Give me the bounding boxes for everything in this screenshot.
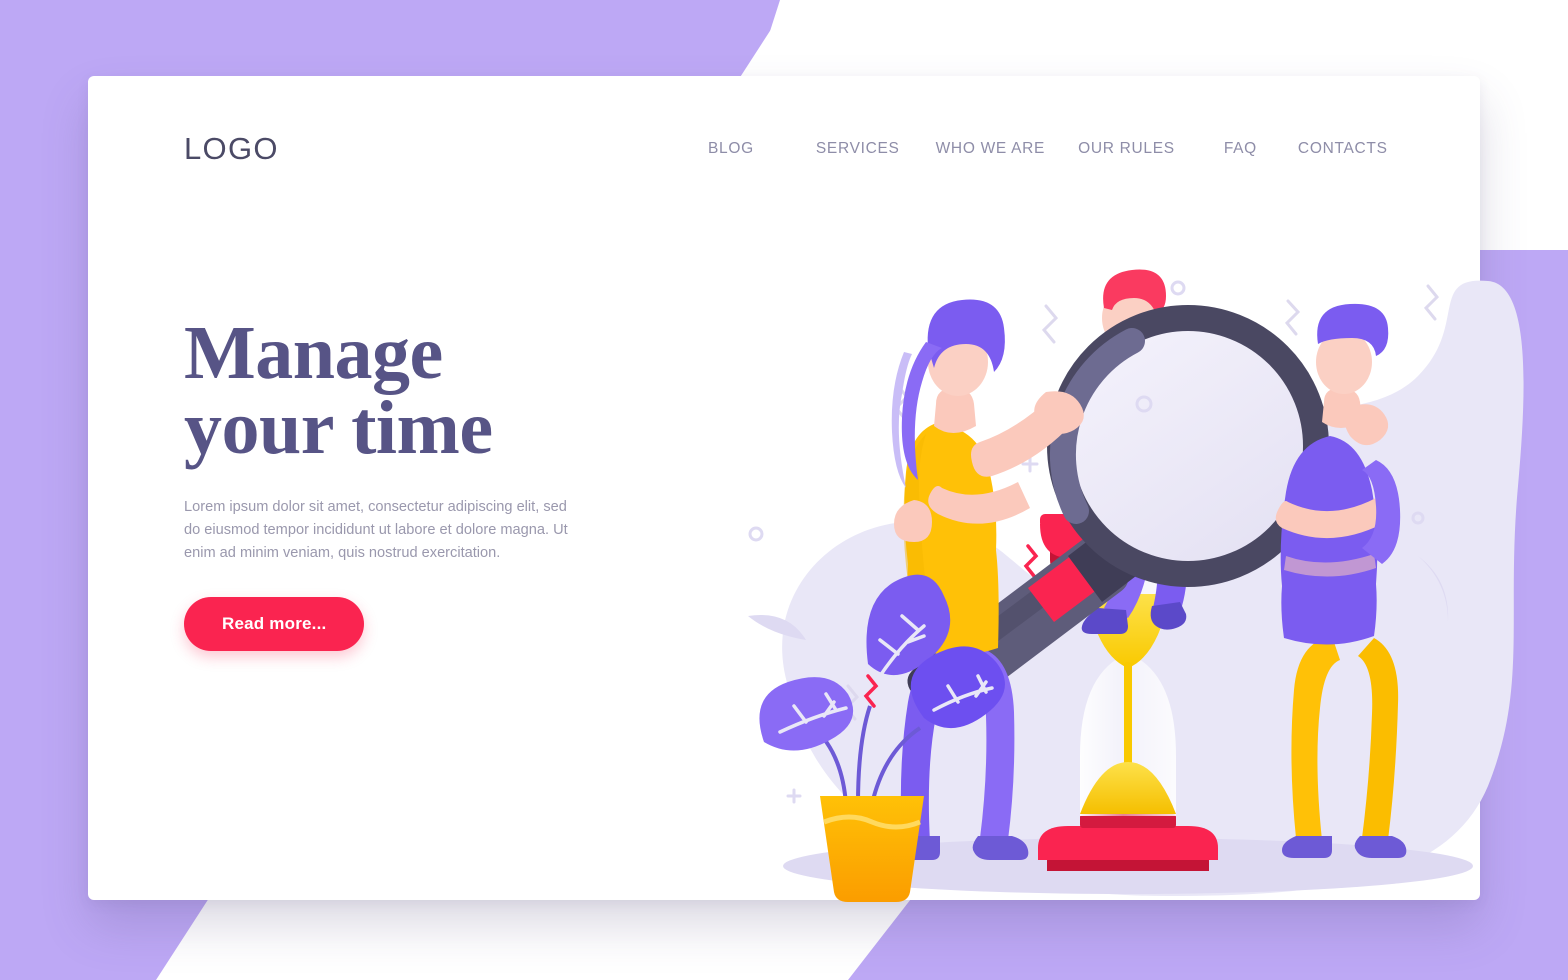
logo[interactable]: LOGO [184,131,279,167]
nav-blog[interactable]: BLOG [708,140,754,158]
page-root: LOGO BLOG SERVICES WHO WE ARE OUR RULES … [0,0,1568,980]
hero-card: LOGO BLOG SERVICES WHO WE ARE OUR RULES … [88,76,1524,902]
time-management-illustration [728,256,1528,916]
read-more-button[interactable]: Read more... [184,597,365,652]
nav-faq[interactable]: FAQ [1224,140,1257,158]
hourglass-base [1038,826,1218,860]
man-neck [1322,388,1362,428]
hero-content: Manage your time Lorem ipsum dolor sit a… [184,315,654,652]
nav-our-rules[interactable]: OUR RULES [1078,140,1175,158]
man-shoe-right [1354,836,1407,858]
nav-services[interactable]: SERVICES [816,140,900,158]
flower-pot [820,796,924,902]
page-title-line-1: Manage [184,311,443,395]
woman-shoe-right [972,836,1029,860]
page-title-line-2: your time [184,386,493,471]
shoe-back [1150,602,1187,630]
nav-who-we-are[interactable]: WHO WE ARE [936,140,1045,158]
main-navigation: BLOG SERVICES WHO WE ARE OUR RULES FAQ C… [708,140,1408,158]
hourglass-base-lip [1080,814,1176,828]
woman-hand-bottom [894,500,932,542]
nav-contacts[interactable]: CONTACTS [1298,140,1388,158]
page-title: Manage your time [184,315,654,471]
man-shirt [1280,436,1378,645]
hero-paragraph: Lorem ipsum dolor sit amet, consectetur … [184,499,568,561]
